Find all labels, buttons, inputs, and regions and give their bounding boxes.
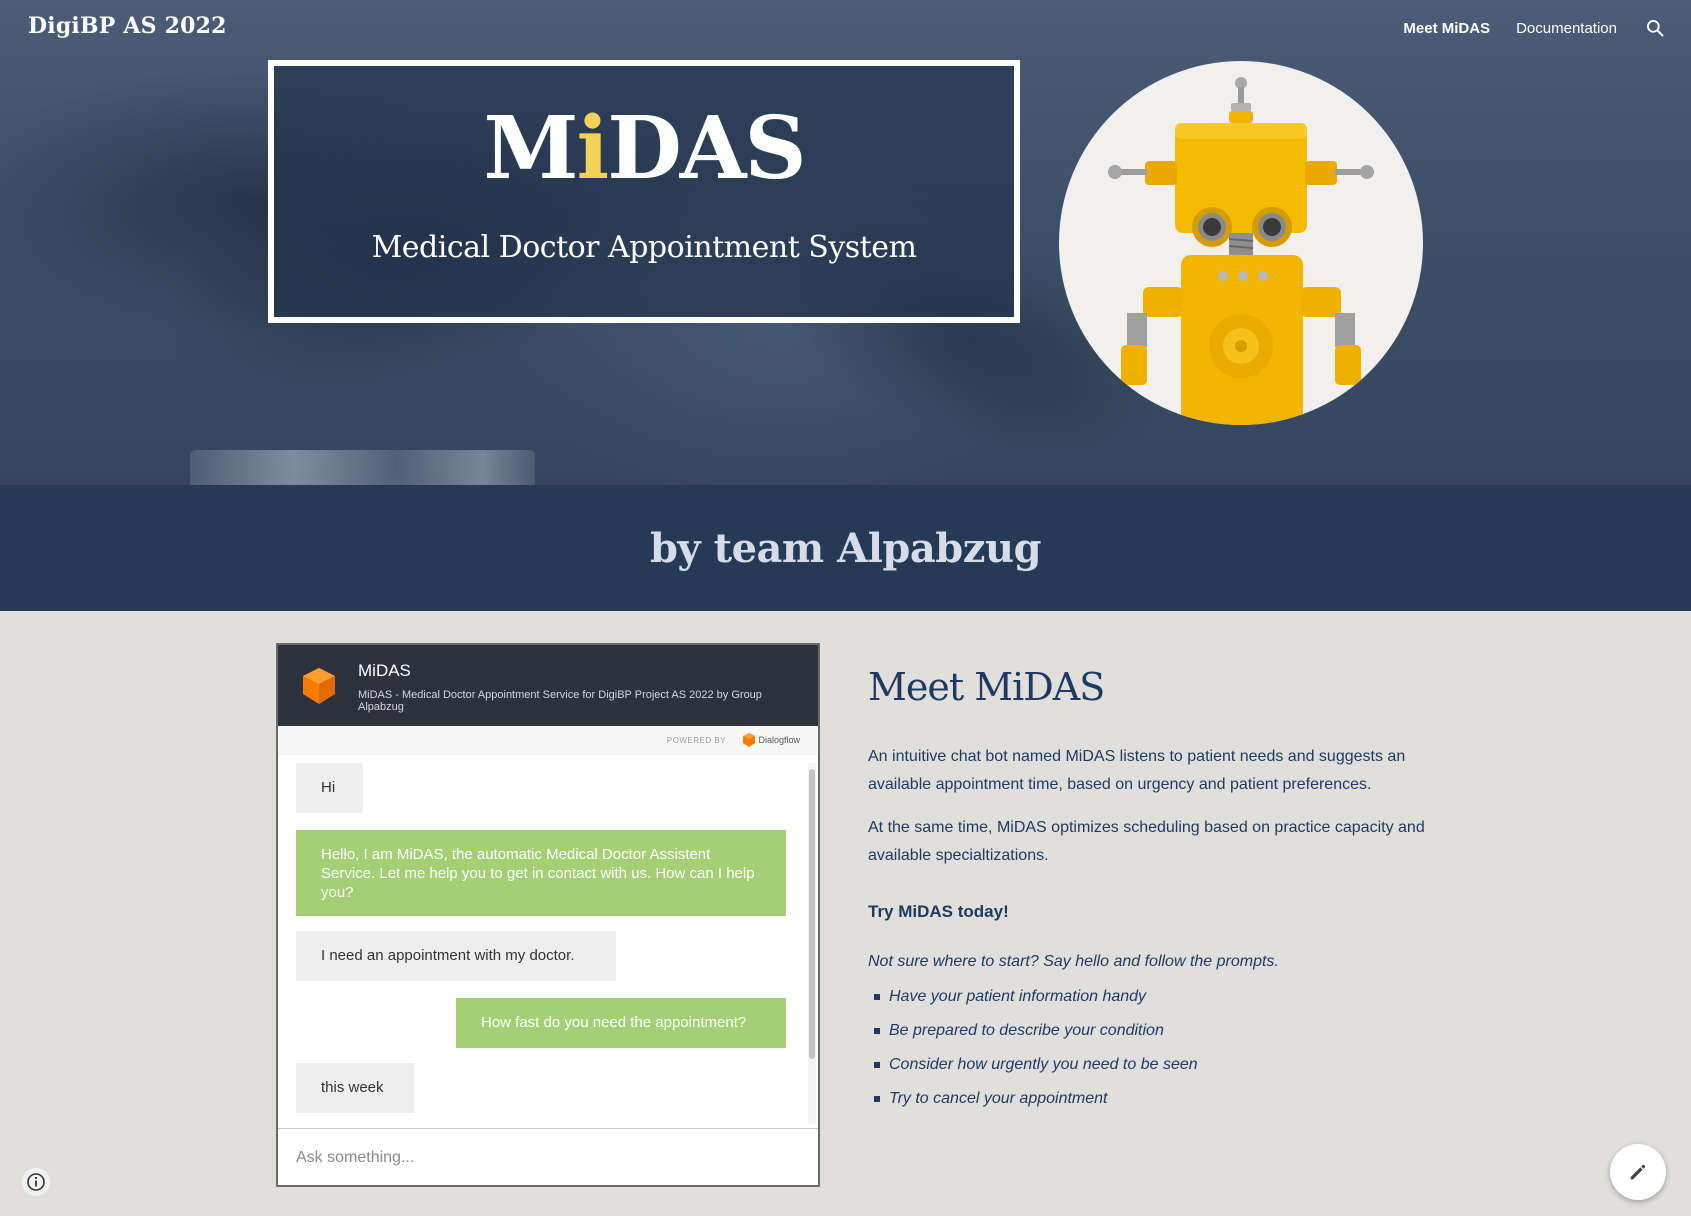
chat-scrollbar[interactable]: [808, 763, 816, 1124]
top-navigation: Meet MiDAS Documentation: [1403, 16, 1667, 40]
info-icon: [27, 1173, 45, 1191]
hero-subtitle: Medical Doctor Appointment System: [371, 230, 917, 265]
chat-message-user: I need an appointment with my doctor.: [296, 931, 616, 981]
bullet-icon: [874, 1062, 880, 1068]
list-item: Try to cancel your appointment: [868, 1082, 1428, 1116]
hero-title-box: MiDAS Medical Doctor Appointment System: [268, 60, 1020, 323]
hero-banner: DigiBP AS 2022 Meet MiDAS Documentation …: [0, 0, 1691, 485]
nav-link-documentation[interactable]: Documentation: [1516, 20, 1617, 37]
chat-scrollbar-thumb[interactable]: [809, 769, 815, 1059]
logo-part: DAS: [607, 98, 806, 199]
edit-button[interactable]: [1610, 1144, 1666, 1200]
site-title[interactable]: DigiBP AS 2022: [28, 13, 227, 39]
search-button[interactable]: [1643, 16, 1667, 40]
call-to-action: Try MiDAS today!: [868, 902, 1009, 921]
bullet-icon: [874, 1096, 880, 1102]
dialogflow-logo-icon: [743, 733, 756, 747]
intro-paragraph: An intuitive chat bot named MiDAS listen…: [868, 748, 1406, 793]
logo-accent-letter: i: [576, 98, 610, 199]
chat-message-bot: Hello, I am MiDAS, the automatic Medical…: [296, 830, 786, 916]
nav-link-meet-midas[interactable]: Meet MiDAS: [1403, 20, 1490, 37]
dialogflow-brand[interactable]: Dialogflow: [743, 733, 800, 747]
robot-image: [1059, 61, 1423, 425]
logo-part: M: [483, 98, 578, 199]
bullet-icon: [874, 994, 880, 1000]
tip-text: Try to cancel your appointment: [889, 1090, 1108, 1107]
chat-message-user: this week: [296, 1063, 414, 1113]
chat-input[interactable]: [294, 1143, 798, 1173]
robot-illustration: [1108, 77, 1374, 425]
tip-text: Be prepared to describe your condition: [889, 1022, 1164, 1039]
chat-message-user: Hi: [296, 763, 363, 813]
dialogflow-name: Dialogflow: [758, 735, 800, 745]
site-info-button[interactable]: [22, 1168, 50, 1196]
chat-message-bot: How fast do you need the appointment?: [456, 998, 786, 1048]
hero-background-glass: [190, 450, 535, 485]
powered-by-bar: POWERED BY Dialogflow: [278, 726, 818, 755]
start-hint: Not sure where to start? Say hello and f…: [868, 953, 1279, 970]
team-banner: by team Alpabzug: [0, 485, 1691, 611]
team-heading: by team Alpabzug: [649, 524, 1042, 572]
meet-midas-section: Meet MiDAS An intuitive chat bot named M…: [868, 665, 1428, 1116]
tip-text: Have your patient information handy: [889, 988, 1147, 1005]
powered-by-label: POWERED BY: [666, 736, 726, 745]
agent-name: MiDAS: [358, 661, 411, 680]
list-item: Have your patient information handy: [868, 980, 1428, 1014]
chat-input-row: [278, 1128, 818, 1185]
midas-logo-text: MiDAS: [274, 106, 1014, 192]
chat-messages[interactable]: Hi Hello, I am MiDAS, the automatic Medi…: [278, 755, 818, 1124]
list-item: Consider how urgently you need to be see…: [868, 1048, 1428, 1082]
search-icon: [1647, 20, 1664, 37]
tips-list: Have your patient information handy Be p…: [868, 980, 1428, 1116]
agent-logo: [302, 667, 336, 710]
list-item: Be prepared to describe your condition: [868, 1014, 1428, 1048]
section-heading: Meet MiDAS: [868, 665, 1105, 709]
agent-description: MiDAS - Medical Doctor Appointment Servi…: [358, 689, 762, 713]
dialogflow-cube-icon: [303, 668, 335, 704]
chat-header: MiDAS MiDAS - Medical Doctor Appointment…: [278, 645, 818, 726]
pencil-icon: [1630, 1164, 1646, 1180]
bullet-icon: [874, 1028, 880, 1034]
tip-text: Consider how urgently you need to be see…: [889, 1056, 1198, 1073]
chat-widget: MiDAS MiDAS - Medical Doctor Appointment…: [276, 643, 820, 1187]
scheduling-paragraph: At the same time, MiDAS optimizes schedu…: [868, 819, 1425, 864]
